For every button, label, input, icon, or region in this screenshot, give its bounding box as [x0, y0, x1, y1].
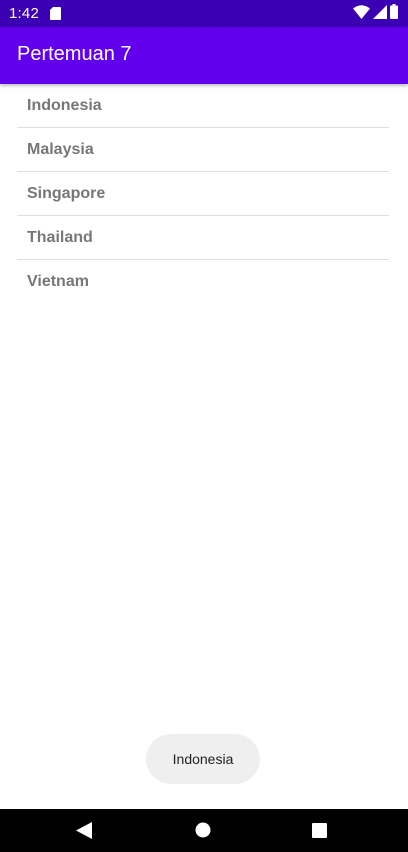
list-item-label: Vietnam	[27, 273, 89, 290]
back-icon[interactable]	[74, 820, 94, 840]
page-title: Pertemuan 7	[17, 43, 132, 65]
battery-icon	[390, 4, 398, 24]
list-item-label: Singapore	[27, 184, 106, 202]
status-bar: 1:42	[0, 0, 408, 27]
status-time: 1:42	[9, 5, 39, 22]
status-icons	[353, 4, 398, 24]
list-item-label: Indonesia	[27, 96, 102, 114]
list-item-label: Thailand	[27, 228, 93, 246]
list-item-vietnam[interactable]: Vietnam	[17, 260, 389, 304]
list-item-singapore[interactable]: Singapore	[17, 172, 389, 216]
toast-text: Indonesia	[172, 751, 234, 767]
list-item-malaysia[interactable]: Malaysia	[17, 128, 389, 172]
signal-icon	[373, 4, 387, 24]
list-item-indonesia[interactable]: Indonesia	[17, 84, 389, 128]
navigation-bar	[0, 809, 408, 852]
recents-icon[interactable]	[309, 820, 329, 840]
list-item-label: Malaysia	[27, 140, 94, 158]
home-icon[interactable]	[193, 820, 213, 840]
sd-card-icon	[50, 7, 61, 20]
toast-message: Indonesia	[146, 734, 260, 784]
country-list[interactable]: Indonesia Malaysia Singapore Thailand Vi…	[17, 84, 389, 304]
list-item-thailand[interactable]: Thailand	[17, 216, 389, 260]
app-bar: Pertemuan 7	[0, 27, 408, 84]
wifi-icon	[353, 4, 370, 24]
